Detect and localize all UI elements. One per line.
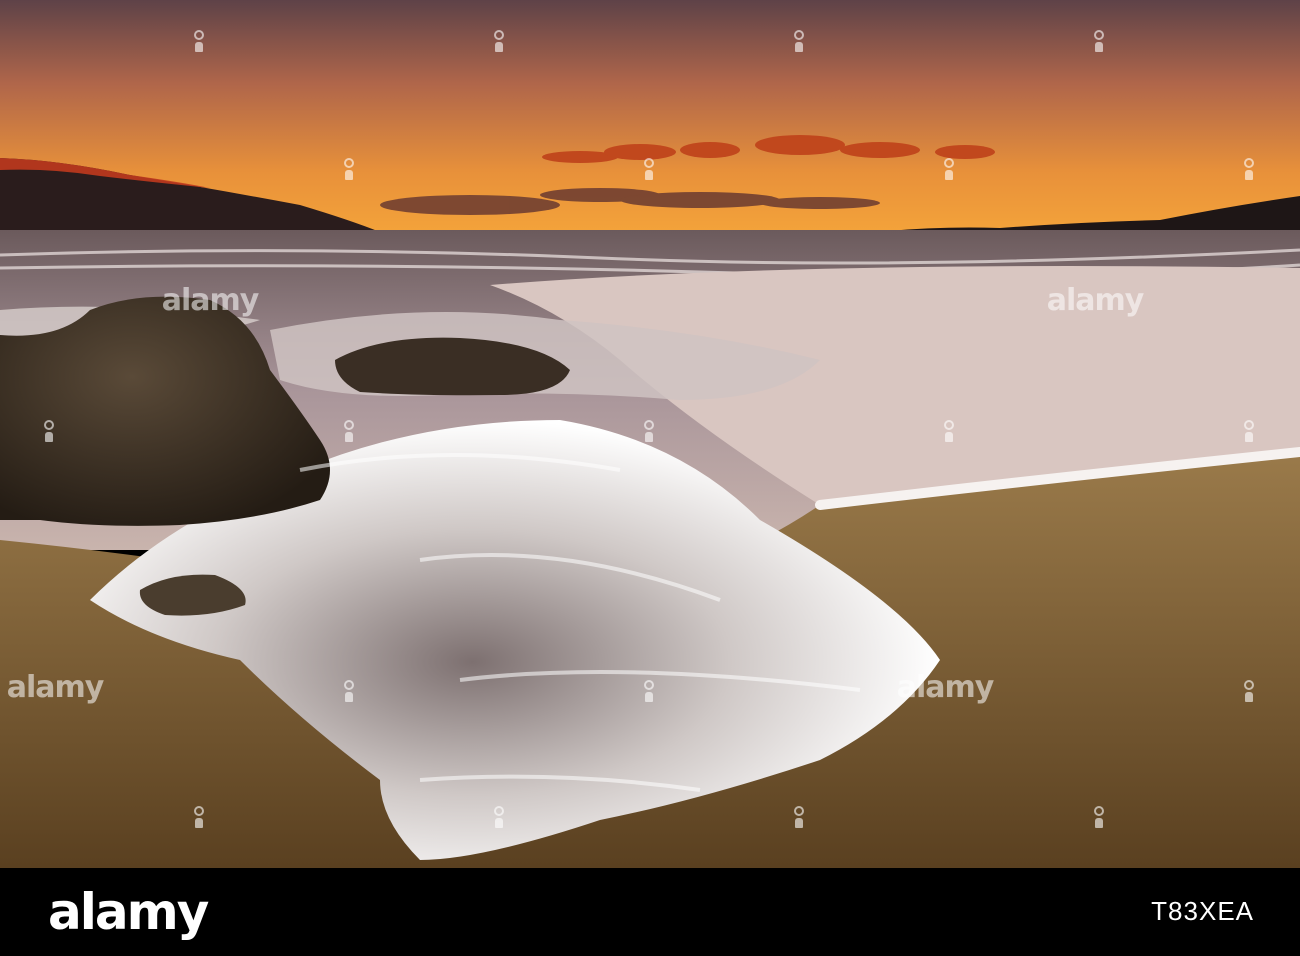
watermark-pin-icon — [643, 680, 655, 702]
brand-logo: alamy — [48, 883, 209, 941]
watermark-pin-icon — [1093, 30, 1105, 52]
watermark-pin-icon — [193, 30, 205, 52]
watermark-logo: alamy — [896, 669, 995, 705]
watermark-pin-icon — [793, 806, 805, 828]
watermark-logo: alamy — [161, 282, 260, 318]
stock-footer-bar: alamy T83XEA — [0, 868, 1300, 956]
watermark-pin-icon — [343, 680, 355, 702]
watermark-pin-icon — [1243, 420, 1255, 442]
watermark-pin-icon — [1243, 158, 1255, 180]
stock-photo-frame: alamy alamy alamy alamy alamy T83XEA — [0, 0, 1300, 956]
watermark-pin-icon — [343, 158, 355, 180]
watermark-pin-icon — [643, 420, 655, 442]
watermark-pin-icon — [1093, 806, 1105, 828]
watermark-pin-icon — [493, 806, 505, 828]
watermark-pin-icon — [793, 30, 805, 52]
watermark-pin-icon — [1243, 680, 1255, 702]
image-id-label: T83XEA — [1151, 896, 1254, 926]
watermark-logo: alamy — [1046, 282, 1145, 318]
watermark-pin-icon — [943, 420, 955, 442]
watermark-pin-icon — [493, 30, 505, 52]
watermark-pin-icon — [193, 806, 205, 828]
watermark-pin-icon — [343, 420, 355, 442]
watermark-pin-icon — [643, 158, 655, 180]
watermark-pin-icon — [943, 158, 955, 180]
watermark-logo: alamy — [6, 669, 105, 705]
watermark-pin-icon — [43, 420, 55, 442]
